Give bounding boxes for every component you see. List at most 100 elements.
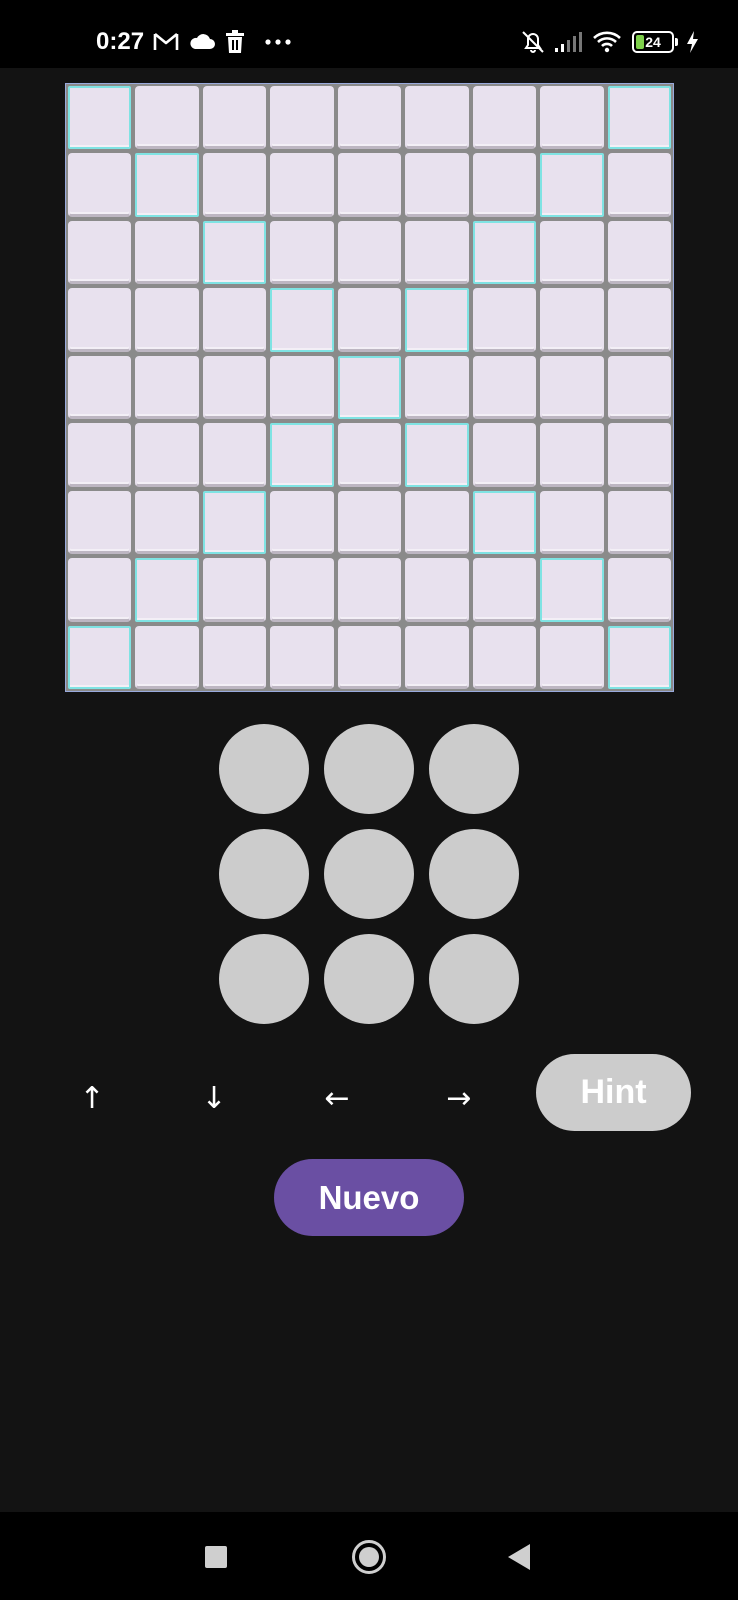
- pad-button-5[interactable]: [324, 829, 414, 919]
- board-cell-r2-c4[interactable]: [270, 153, 334, 217]
- board-cell-r2-c2[interactable]: [135, 153, 199, 217]
- arrow-down-button[interactable]: ↓: [184, 1078, 244, 1118]
- board-cell-r1-c7[interactable]: [472, 86, 537, 150]
- board-cell-r5-c7[interactable]: [472, 355, 537, 420]
- pad-button-1[interactable]: [219, 724, 309, 814]
- pad-button-3[interactable]: [429, 724, 519, 814]
- board-cell-r7-c8[interactable]: [540, 490, 604, 555]
- board-cell-r3-c2[interactable]: [135, 220, 199, 285]
- board-cell-r9-c4[interactable]: [270, 625, 334, 689]
- board-cell-r5-c4[interactable]: [270, 355, 334, 420]
- board-cell-r9-c5[interactable]: [337, 625, 402, 689]
- board-cell-r5-c5[interactable]: [337, 355, 402, 420]
- board-cell-r7-c7[interactable]: [472, 490, 537, 555]
- arrow-right-button[interactable]: →: [429, 1078, 489, 1118]
- board-cell-r4-c5[interactable]: [337, 288, 402, 352]
- board-cell-r8-c9[interactable]: [607, 558, 671, 622]
- home-icon[interactable]: [352, 1540, 386, 1574]
- board-cell-r6-c1[interactable]: [68, 423, 132, 487]
- board-cell-r1-c5[interactable]: [337, 86, 402, 150]
- board-cell-r2-c7[interactable]: [472, 153, 537, 217]
- board-cell-r4-c2[interactable]: [135, 288, 199, 352]
- board-cell-r5-c8[interactable]: [540, 355, 604, 420]
- board-cell-r6-c2[interactable]: [135, 423, 199, 487]
- board-cell-r1-c9[interactable]: [607, 86, 671, 150]
- board-cell-r9-c2[interactable]: [135, 625, 199, 689]
- board-cell-r9-c9[interactable]: [607, 625, 671, 689]
- board-cell-r6-c5[interactable]: [337, 423, 402, 487]
- arrow-left-button[interactable]: ←: [307, 1078, 367, 1118]
- cloud-icon: [190, 34, 215, 49]
- back-icon[interactable]: [508, 1544, 530, 1570]
- new-game-button[interactable]: Nuevo: [274, 1159, 464, 1236]
- arrow-up-button[interactable]: ↑: [62, 1078, 122, 1118]
- board-cell-r3-c4[interactable]: [270, 220, 334, 285]
- board-cell-r5-c2[interactable]: [135, 355, 199, 420]
- pad-button-2[interactable]: [324, 724, 414, 814]
- pad-button-9[interactable]: [429, 934, 519, 1024]
- board-cell-r6-c4[interactable]: [270, 423, 334, 487]
- board-cell-r2-c6[interactable]: [405, 153, 469, 217]
- board-cell-r8-c2[interactable]: [135, 558, 199, 622]
- board-cell-r8-c3[interactable]: [202, 558, 267, 622]
- board-cell-r5-c1[interactable]: [68, 355, 132, 420]
- board-cell-r7-c2[interactable]: [135, 490, 199, 555]
- board-cell-r3-c6[interactable]: [405, 220, 469, 285]
- board-cell-r8-c8[interactable]: [540, 558, 604, 622]
- board-cell-r9-c6[interactable]: [405, 625, 469, 689]
- board-cell-r3-c8[interactable]: [540, 220, 604, 285]
- board-cell-r6-c9[interactable]: [607, 423, 671, 487]
- board-cell-r7-c1[interactable]: [68, 490, 132, 555]
- board-cell-r4-c1[interactable]: [68, 288, 132, 352]
- board-cell-r1-c3[interactable]: [202, 86, 267, 150]
- board-cell-r7-c6[interactable]: [405, 490, 469, 555]
- board-cell-r8-c7[interactable]: [472, 558, 537, 622]
- board-cell-r5-c6[interactable]: [405, 355, 469, 420]
- pad-button-4[interactable]: [219, 829, 309, 919]
- board-cell-r8-c1[interactable]: [68, 558, 132, 622]
- board-cell-r1-c2[interactable]: [135, 86, 199, 150]
- board-cell-r3-c7[interactable]: [472, 220, 537, 285]
- recents-icon[interactable]: [205, 1546, 227, 1568]
- board-cell-r1-c1[interactable]: [68, 86, 132, 150]
- board-cell-r1-c4[interactable]: [270, 86, 334, 150]
- pad-button-7[interactable]: [219, 934, 309, 1024]
- pad-button-8[interactable]: [324, 934, 414, 1024]
- board-cell-r3-c9[interactable]: [607, 220, 671, 285]
- pad-button-6[interactable]: [429, 829, 519, 919]
- board-cell-r6-c8[interactable]: [540, 423, 604, 487]
- board-cell-r2-c5[interactable]: [337, 153, 402, 217]
- board-cell-r8-c4[interactable]: [270, 558, 334, 622]
- board-cell-r4-c8[interactable]: [540, 288, 604, 352]
- board-cell-r4-c6[interactable]: [405, 288, 469, 352]
- board-cell-r9-c1[interactable]: [68, 625, 132, 689]
- board-cell-r2-c9[interactable]: [607, 153, 671, 217]
- hint-button[interactable]: Hint: [536, 1054, 691, 1131]
- board-cell-r2-c1[interactable]: [68, 153, 132, 217]
- board-cell-r5-c9[interactable]: [607, 355, 671, 420]
- board-cell-r6-c6[interactable]: [405, 423, 469, 487]
- board-cell-r4-c9[interactable]: [607, 288, 671, 352]
- board-cell-r4-c4[interactable]: [270, 288, 334, 352]
- board-cell-r4-c7[interactable]: [472, 288, 537, 352]
- board-cell-r9-c8[interactable]: [540, 625, 604, 689]
- board-cell-r8-c6[interactable]: [405, 558, 469, 622]
- board-cell-r8-c5[interactable]: [337, 558, 402, 622]
- board-cell-r4-c3[interactable]: [202, 288, 267, 352]
- board-cell-r9-c3[interactable]: [202, 625, 267, 689]
- board-cell-r3-c5[interactable]: [337, 220, 402, 285]
- board-cell-r6-c3[interactable]: [202, 423, 267, 487]
- board-cell-r2-c8[interactable]: [540, 153, 604, 217]
- board-cell-r1-c6[interactable]: [405, 86, 469, 150]
- board-cell-r6-c7[interactable]: [472, 423, 537, 487]
- board-cell-r2-c3[interactable]: [202, 153, 267, 217]
- board-cell-r9-c7[interactable]: [472, 625, 537, 689]
- board-cell-r3-c1[interactable]: [68, 220, 132, 285]
- board-cell-r7-c3[interactable]: [202, 490, 267, 555]
- board-cell-r5-c3[interactable]: [202, 355, 267, 420]
- board-cell-r7-c5[interactable]: [337, 490, 402, 555]
- board-cell-r1-c8[interactable]: [540, 86, 604, 150]
- board-cell-r3-c3[interactable]: [202, 220, 267, 285]
- board-cell-r7-c4[interactable]: [270, 490, 334, 555]
- board-cell-r7-c9[interactable]: [607, 490, 671, 555]
